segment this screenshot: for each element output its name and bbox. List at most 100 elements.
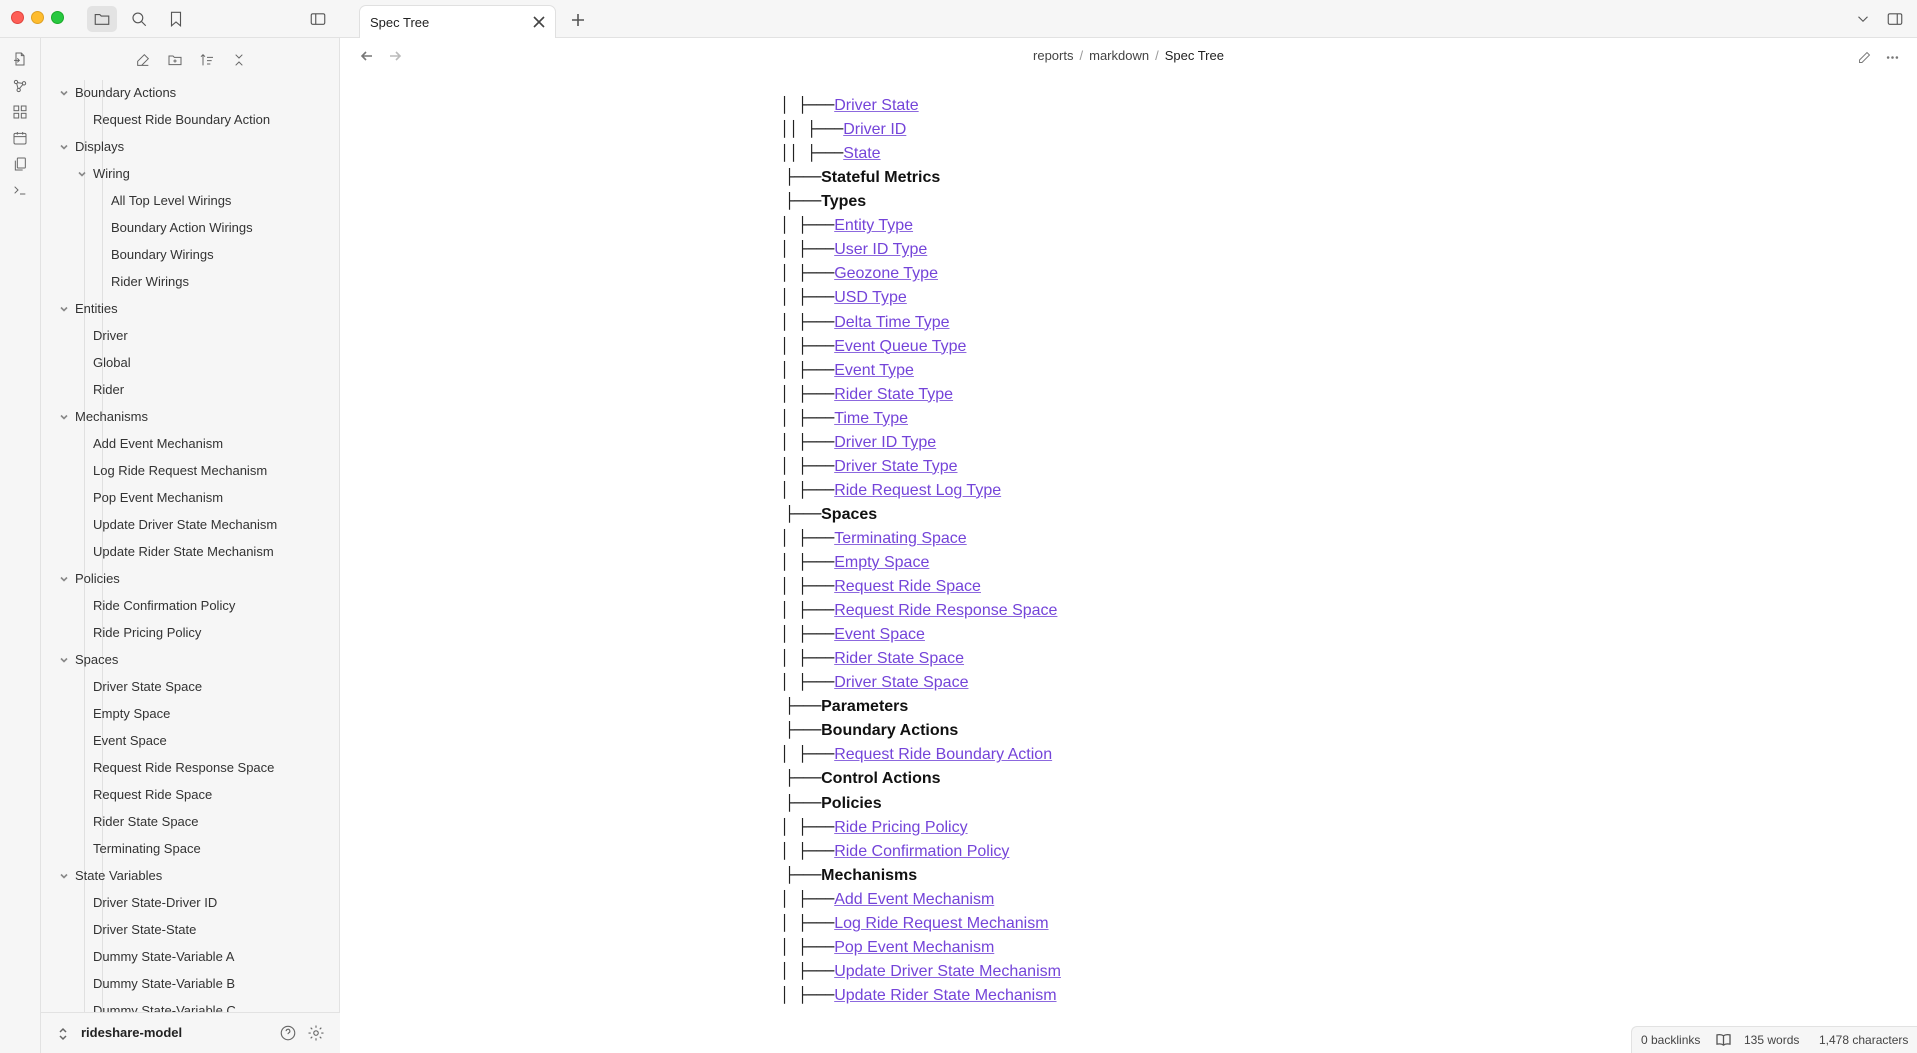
new-tab-button[interactable] bbox=[566, 8, 590, 32]
internal-link[interactable]: Log Ride Request Mechanism bbox=[834, 915, 1048, 932]
collapse-all-button[interactable] bbox=[227, 48, 251, 72]
internal-link[interactable]: Driver State Space bbox=[834, 674, 968, 691]
tree-folder[interactable]: Spaces bbox=[60, 649, 118, 671]
new-folder-button[interactable] bbox=[163, 48, 187, 72]
breadcrumb-item[interactable]: markdown bbox=[1089, 48, 1149, 63]
files-view-button[interactable] bbox=[87, 6, 117, 32]
tree-file[interactable]: Terminating Space bbox=[93, 838, 201, 860]
tree-file[interactable]: Boundary Action Wirings bbox=[111, 217, 253, 239]
vault-name[interactable]: rideshare-model bbox=[81, 1025, 182, 1040]
canvas-button[interactable] bbox=[9, 101, 31, 123]
internal-link[interactable]: Ride Confirmation Policy bbox=[834, 843, 1009, 860]
tree-file[interactable]: Add Event Mechanism bbox=[93, 433, 223, 455]
chevron-down-icon[interactable] bbox=[59, 82, 69, 104]
tree-folder[interactable]: Boundary Actions bbox=[60, 82, 176, 104]
internal-link[interactable]: Driver State bbox=[834, 97, 918, 114]
chevron-down-icon[interactable] bbox=[59, 649, 69, 671]
command-palette-button[interactable] bbox=[9, 179, 31, 201]
tree-folder[interactable]: State Variables bbox=[60, 865, 162, 887]
tree-file[interactable]: Dummy State-Variable A bbox=[93, 946, 234, 968]
tree-folder[interactable]: Mechanisms bbox=[60, 406, 148, 428]
tree-file[interactable]: Dummy State-Variable B bbox=[93, 973, 235, 995]
tree-file[interactable]: Update Rider State Mechanism bbox=[93, 541, 274, 563]
daily-note-button[interactable] bbox=[9, 127, 31, 149]
sort-button[interactable] bbox=[195, 48, 219, 72]
toggle-right-sidebar-button[interactable] bbox=[1880, 6, 1910, 32]
internal-link[interactable]: Request Ride Space bbox=[834, 578, 981, 595]
tree-file[interactable]: Rider Wirings bbox=[111, 271, 189, 293]
tree-file[interactable]: Global bbox=[93, 352, 131, 374]
internal-link[interactable]: Request Ride Boundary Action bbox=[834, 746, 1052, 763]
internal-link[interactable]: User ID Type bbox=[834, 241, 927, 258]
edit-mode-button[interactable] bbox=[1853, 46, 1875, 68]
tree-file[interactable]: Driver State-State bbox=[93, 919, 196, 941]
internal-link[interactable]: Rider State Type bbox=[834, 386, 953, 403]
quick-switcher-button[interactable] bbox=[9, 48, 31, 70]
tree-file[interactable]: Pop Event Mechanism bbox=[93, 487, 223, 509]
internal-link[interactable]: Event Queue Type bbox=[834, 338, 966, 355]
tree-file[interactable]: All Top Level Wirings bbox=[111, 190, 231, 212]
more-options-button[interactable] bbox=[1881, 46, 1903, 68]
internal-link[interactable]: Driver ID Type bbox=[834, 434, 936, 451]
new-note-button[interactable] bbox=[131, 48, 155, 72]
chevron-down-icon[interactable] bbox=[77, 163, 87, 185]
minimize-window-button[interactable] bbox=[31, 11, 44, 24]
chevron-down-icon[interactable] bbox=[59, 136, 69, 158]
internal-link[interactable]: Delta Time Type bbox=[834, 314, 949, 331]
breadcrumb-item[interactable]: reports bbox=[1033, 48, 1073, 63]
close-window-button[interactable] bbox=[11, 11, 24, 24]
tab-list-button[interactable] bbox=[1848, 6, 1878, 32]
internal-link[interactable]: USD Type bbox=[834, 289, 907, 306]
search-view-button[interactable] bbox=[124, 6, 154, 32]
tree-file[interactable]: Driver State Space bbox=[93, 676, 202, 698]
tree-file[interactable]: Empty Space bbox=[93, 703, 170, 725]
chevron-down-icon[interactable] bbox=[59, 865, 69, 887]
internal-link[interactable]: Add Event Mechanism bbox=[834, 891, 994, 908]
tree-file[interactable]: Boundary Wirings bbox=[111, 244, 214, 266]
breadcrumb-current[interactable]: Spec Tree bbox=[1165, 48, 1224, 63]
templates-button[interactable] bbox=[9, 153, 31, 175]
tree-file[interactable]: Ride Pricing Policy bbox=[93, 622, 201, 644]
tree-file[interactable]: Request Ride Boundary Action bbox=[93, 109, 270, 131]
internal-link[interactable]: Time Type bbox=[834, 410, 908, 427]
internal-link[interactable]: Driver ID bbox=[843, 121, 906, 138]
tree-file[interactable]: Event Space bbox=[93, 730, 167, 752]
reading-view-toggle[interactable] bbox=[1716, 1033, 1732, 1047]
tree-file[interactable]: Ride Confirmation Policy bbox=[93, 595, 235, 617]
internal-link[interactable]: Pop Event Mechanism bbox=[834, 939, 994, 956]
chevron-down-icon[interactable] bbox=[59, 568, 69, 590]
toggle-left-sidebar-button[interactable] bbox=[303, 6, 333, 32]
tree-folder[interactable]: Policies bbox=[60, 568, 120, 590]
internal-link[interactable]: Empty Space bbox=[834, 554, 929, 571]
internal-link[interactable]: Terminating Space bbox=[834, 530, 967, 547]
close-tab-button[interactable] bbox=[529, 12, 549, 32]
vault-switcher-button[interactable] bbox=[57, 1027, 69, 1041]
settings-button[interactable] bbox=[307, 1024, 327, 1044]
internal-link[interactable]: Geozone Type bbox=[834, 265, 938, 282]
internal-link[interactable]: Event Type bbox=[834, 362, 914, 379]
internal-link[interactable]: State bbox=[843, 145, 880, 162]
tree-file[interactable]: Driver State-Driver ID bbox=[93, 892, 217, 914]
internal-link[interactable]: Rider State Space bbox=[834, 650, 964, 667]
tree-file[interactable]: Log Ride Request Mechanism bbox=[93, 460, 267, 482]
tree-file[interactable]: Request Ride Space bbox=[93, 784, 212, 806]
tree-file[interactable]: Rider bbox=[93, 379, 124, 401]
internal-link[interactable]: Ride Pricing Policy bbox=[834, 819, 967, 836]
internal-link[interactable]: Event Space bbox=[834, 626, 925, 643]
tree-folder[interactable]: Wiring bbox=[78, 163, 130, 185]
bookmarks-view-button[interactable] bbox=[161, 6, 191, 32]
zoom-window-button[interactable] bbox=[51, 11, 64, 24]
internal-link[interactable]: Driver State Type bbox=[834, 458, 957, 475]
internal-link[interactable]: Ride Request Log Type bbox=[834, 482, 1001, 499]
tree-file[interactable]: Request Ride Response Space bbox=[93, 757, 274, 779]
internal-link[interactable]: Update Rider State Mechanism bbox=[834, 987, 1056, 1004]
help-button[interactable] bbox=[279, 1024, 299, 1044]
chevron-down-icon[interactable] bbox=[59, 406, 69, 428]
internal-link[interactable]: Update Driver State Mechanism bbox=[834, 963, 1061, 980]
internal-link[interactable]: Entity Type bbox=[834, 217, 913, 234]
backlinks-count[interactable]: 0 backlinks bbox=[1641, 1033, 1700, 1047]
graph-view-button[interactable] bbox=[9, 75, 31, 97]
tab-spec-tree[interactable]: Spec Tree bbox=[359, 5, 556, 38]
tree-file[interactable]: Driver bbox=[93, 325, 128, 347]
tree-folder[interactable]: Entities bbox=[60, 298, 118, 320]
